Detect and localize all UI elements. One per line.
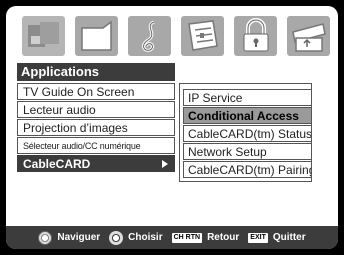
tv-screen: Applications TV Guide On Screen Lecteur … xyxy=(0,0,344,255)
menu-window: Applications TV Guide On Screen Lecteur … xyxy=(6,6,338,249)
navigate-pad-icon xyxy=(38,230,53,245)
applications-header: Applications xyxy=(17,63,175,81)
cablecard-submenu-list: IP Service Conditional Access CableCARD(… xyxy=(183,89,312,179)
app-item-cablecard[interactable]: CableCARD xyxy=(17,155,175,172)
app-item-cablecard-label: CableCARD xyxy=(23,157,91,171)
picture-icon[interactable] xyxy=(22,16,65,56)
select-hint: Choisir xyxy=(128,232,163,243)
setup-icon[interactable] xyxy=(181,16,224,56)
channel-icon[interactable] xyxy=(75,16,118,56)
exit-hint: Quitter xyxy=(272,232,306,243)
ch-rtn-key-icon: CH RTN xyxy=(171,232,203,243)
submenu-item-cablecard-status[interactable]: CableCARD(tm) Status xyxy=(183,125,312,142)
submenu-item-conditional-access[interactable]: Conditional Access xyxy=(183,107,312,124)
return-hint: Retour xyxy=(207,232,240,243)
audio-icon[interactable] xyxy=(128,16,171,56)
lock-icon[interactable] xyxy=(234,16,277,56)
navigate-hint: Naviguer xyxy=(57,232,101,243)
help-footer: Naviguer Choisir CH RTN Retour EXIT Quit… xyxy=(6,226,338,249)
submenu-item-cablecard-pairing[interactable]: CableCARD(tm) Pairing xyxy=(183,161,312,178)
submenu-item-ip-service[interactable]: IP Service xyxy=(183,89,312,106)
app-item-slideshow[interactable]: Projection d’images xyxy=(17,119,175,136)
applications-icon[interactable] xyxy=(287,16,330,56)
submenu-item-network-setup[interactable]: Network Setup xyxy=(183,143,312,160)
app-item-digital-audio-cc[interactable]: Sélecteur audio/CC numérique xyxy=(17,137,175,154)
applications-list: TV Guide On Screen Lecteur audio Project… xyxy=(17,83,175,173)
enter-button-icon xyxy=(109,230,124,245)
menu-icon-bar xyxy=(22,14,332,60)
app-item-audio-player[interactable]: Lecteur audio xyxy=(17,101,175,118)
submenu-arrow-icon xyxy=(162,160,168,168)
exit-key-icon: EXIT xyxy=(248,232,268,243)
app-item-tv-guide[interactable]: TV Guide On Screen xyxy=(17,83,175,100)
